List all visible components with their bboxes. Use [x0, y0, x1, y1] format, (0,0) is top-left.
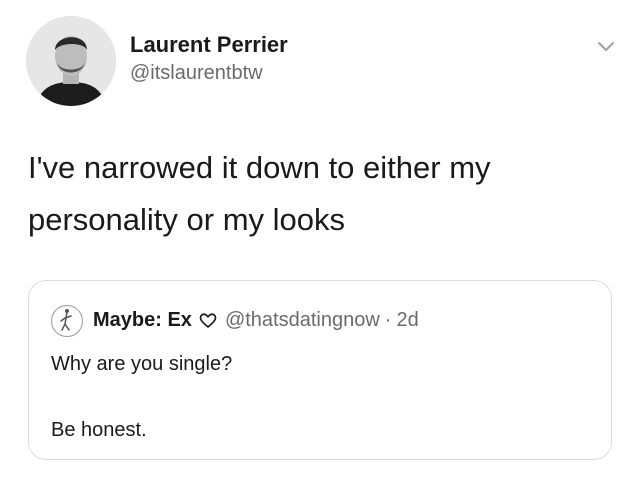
- tweet-text-line: I've narrowed it down to either my: [28, 150, 491, 185]
- person-photo-icon: [26, 16, 116, 106]
- tweet-card: Laurent Perrier @itslaurentbtw I've narr…: [0, 0, 640, 480]
- author-handle[interactable]: @itslaurentbtw: [130, 62, 263, 85]
- quoted-text-line: Why are you single?: [51, 353, 233, 375]
- tweet-text: I've narrowed it down to either my perso…: [28, 142, 618, 246]
- quoted-timestamp[interactable]: 2d: [396, 309, 418, 332]
- chevron-down-icon[interactable]: [594, 34, 618, 58]
- heart-outline-icon: [199, 312, 217, 330]
- tweet-text-line: personality or my looks: [28, 202, 346, 237]
- author-avatar[interactable]: [26, 16, 116, 106]
- quoted-tweet[interactable]: Maybe: Ex @thatsdatingnow · 2d Why are y…: [28, 280, 612, 460]
- quoted-name[interactable]: Maybe: Ex: [93, 309, 192, 332]
- quoted-handle[interactable]: @thatsdatingnow: [225, 309, 380, 332]
- quoted-text-line: Be honest.: [51, 419, 147, 441]
- quoted-header: Maybe: Ex @thatsdatingnow · 2d: [93, 309, 419, 332]
- sketch-figure-icon: [60, 309, 72, 331]
- author-name[interactable]: Laurent Perrier: [130, 32, 288, 58]
- separator-dot: ·: [384, 309, 392, 331]
- quoted-avatar[interactable]: [51, 305, 83, 337]
